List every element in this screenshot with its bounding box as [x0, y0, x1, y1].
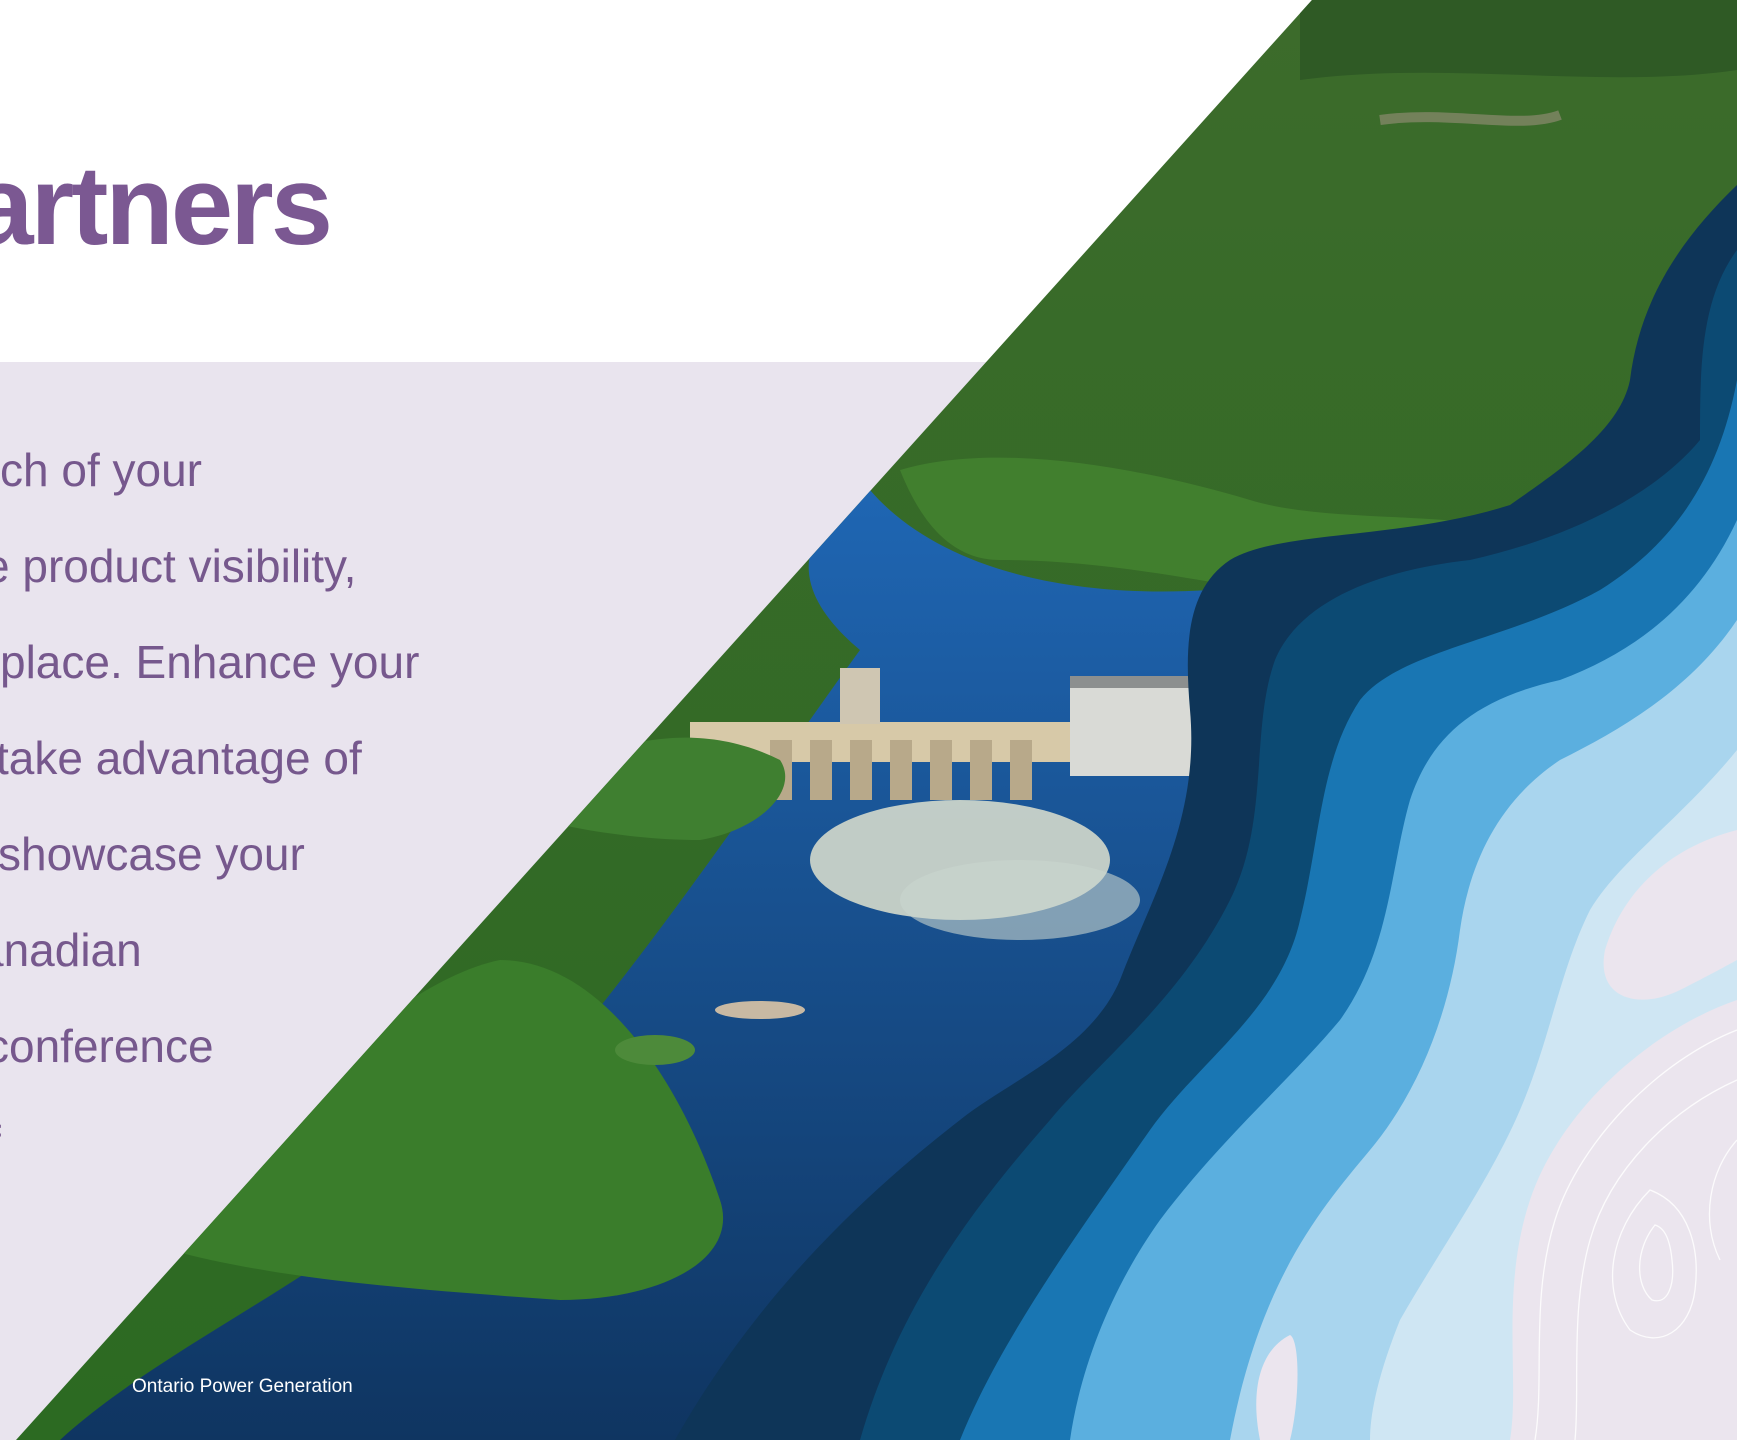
- body-paragraph: ch of your e product visibility, place. …: [0, 440, 419, 1208]
- body-line: e product visibility,: [0, 540, 357, 592]
- body-line: place. Enhance your: [0, 636, 420, 688]
- photo-credit: Ontario Power Generation: [132, 1376, 353, 1397]
- body-line: anadian: [0, 924, 142, 976]
- body-line: ch of your: [0, 444, 202, 496]
- body-line: showcase your: [0, 828, 305, 880]
- slide: artners ch of your e product visibility,…: [0, 0, 1737, 1440]
- body-line: conference: [0, 1020, 214, 1072]
- body-line: f: [0, 1112, 419, 1208]
- body-line: take advantage of: [0, 732, 362, 784]
- page-title: artners: [0, 143, 333, 268]
